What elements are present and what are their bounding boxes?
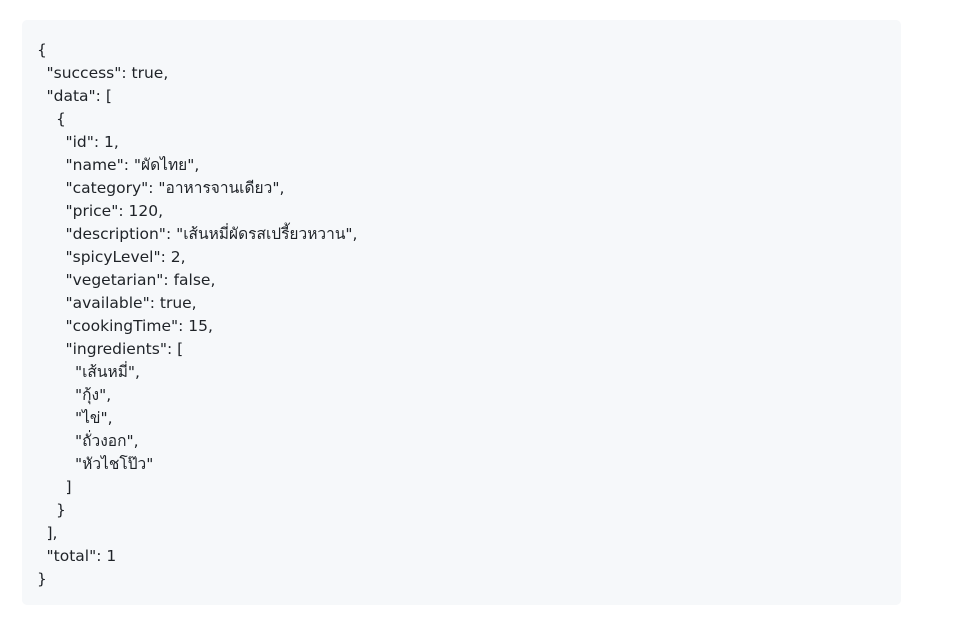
json-line: "available": true, (65, 294, 197, 312)
json-line: "success": true, (46, 64, 169, 82)
json-line: { (56, 110, 66, 128)
json-line: ], (46, 524, 58, 542)
json-line: "category": "อาหารจานเดียว", (65, 179, 285, 197)
json-line: "ถั่วงอก", (75, 432, 139, 450)
json-line: "total": 1 (46, 547, 117, 565)
json-response-panel: { "success": true, "data": [ { "id": 1, … (22, 20, 901, 605)
json-line: "name": "ผัดไทย", (65, 156, 200, 174)
json-line: "spicyLevel": 2, (65, 248, 186, 266)
json-line: "cookingTime": 15, (65, 317, 213, 335)
json-line: ] (65, 478, 72, 496)
json-line: "price": 120, (65, 202, 164, 220)
json-line: "data": [ (46, 87, 112, 105)
json-line: "เส้นหมี่", (75, 363, 140, 381)
json-line: "ไข่", (75, 409, 113, 427)
json-line: "id": 1, (65, 133, 119, 151)
json-line: "description": "เส้นหมี่ผัดรสเปรี้ยวหวาน… (65, 225, 358, 243)
json-line: "กุ้ง", (75, 386, 112, 404)
json-line: } (37, 570, 47, 588)
json-line: "ingredients": [ (65, 340, 184, 358)
json-line: { (37, 41, 47, 59)
json-line: } (56, 501, 66, 519)
json-line: "vegetarian": false, (65, 271, 216, 289)
json-line: "หัวไชโป๊ว" (75, 455, 154, 473)
